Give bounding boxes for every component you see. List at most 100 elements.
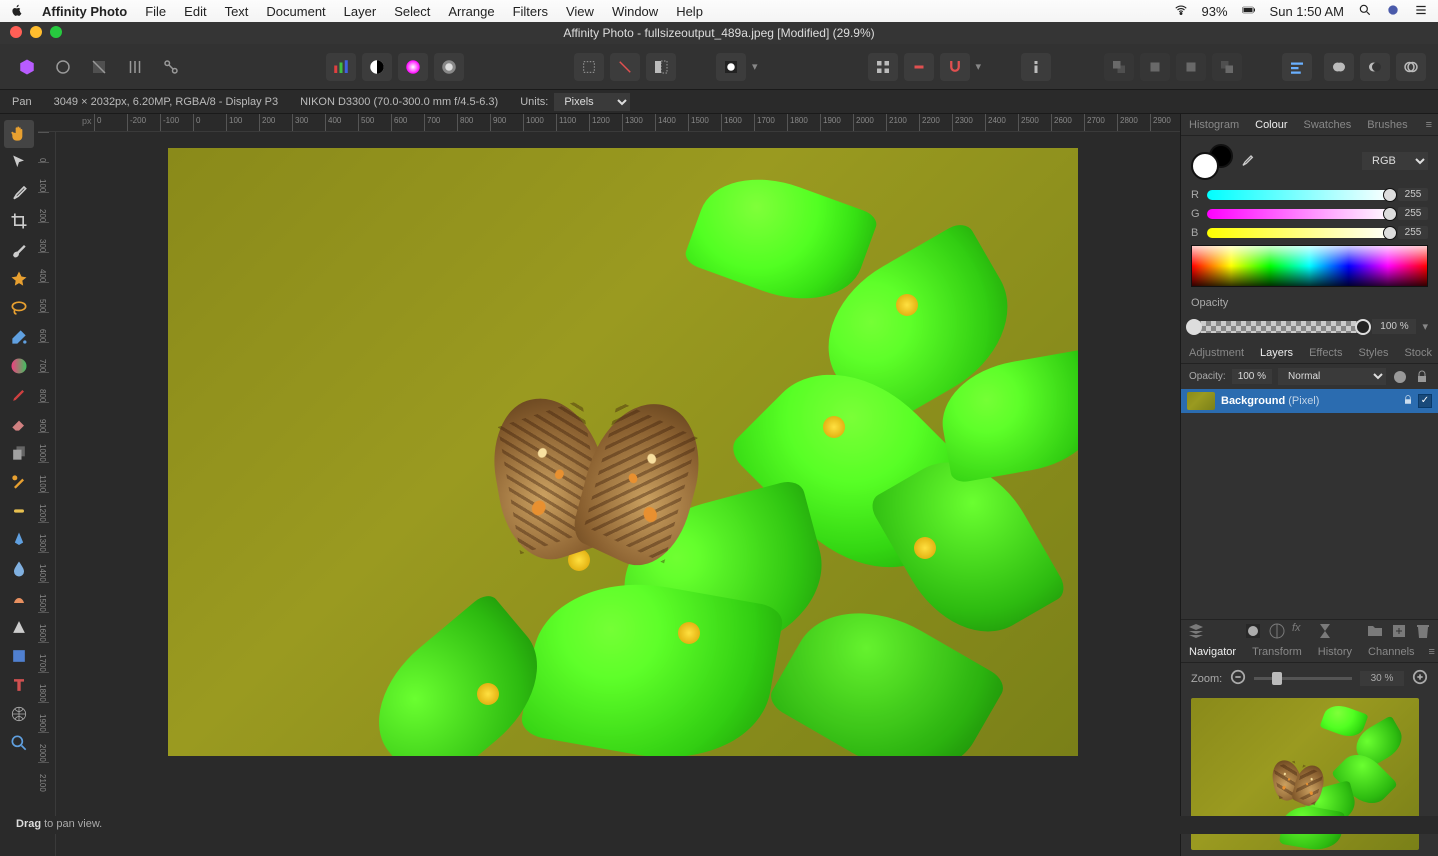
quickmask-icon[interactable] <box>716 53 746 81</box>
tool-blur[interactable] <box>4 555 34 583</box>
order-backward-icon[interactable] <box>1140 53 1170 81</box>
layer-blendmode-select[interactable]: Normal <box>1278 368 1386 385</box>
tool-crop[interactable] <box>4 207 34 235</box>
tool-hand[interactable] <box>4 120 34 148</box>
arrange-snap-icon[interactable] <box>904 53 934 81</box>
tab-brushes[interactable]: Brushes <box>1359 119 1415 131</box>
menu-file[interactable]: File <box>145 4 166 19</box>
menu-edit[interactable]: Edit <box>184 4 206 19</box>
persona-tone-icon[interactable] <box>120 53 150 81</box>
arrange-grid-icon[interactable] <box>868 53 898 81</box>
layer-opacity-value[interactable]: 100 % <box>1232 369 1272 384</box>
tab-effects[interactable]: Effects <box>1301 347 1350 359</box>
tool-pen[interactable] <box>4 526 34 554</box>
tab-stock[interactable]: Stock <box>1396 347 1438 359</box>
layer-lock-icon[interactable] <box>1414 369 1430 385</box>
zoom-in-icon[interactable] <box>1412 669 1428 688</box>
tab-transform[interactable]: Transform <box>1244 646 1310 658</box>
tab-history[interactable]: History <box>1310 646 1360 658</box>
menu-help[interactable]: Help <box>676 4 703 19</box>
opacity-dropdown-icon[interactable]: ▾ <box>1422 320 1428 333</box>
tool-flood[interactable] <box>4 323 34 351</box>
layer-fx-icon[interactable] <box>1392 369 1408 385</box>
tab-navigator[interactable]: Navigator <box>1181 646 1244 658</box>
menu-text[interactable]: Text <box>225 4 249 19</box>
menu-filters[interactable]: Filters <box>513 4 548 19</box>
tool-brush-select[interactable] <box>4 236 34 264</box>
selection-rect-icon[interactable] <box>574 53 604 81</box>
tool-lasso[interactable] <box>4 294 34 322</box>
menu-layer[interactable]: Layer <box>344 4 377 19</box>
window-minimize-button[interactable] <box>30 26 42 38</box>
layers-stack-icon[interactable] <box>1187 622 1205 640</box>
selection-deselect-icon[interactable] <box>610 53 640 81</box>
boolean-add-icon[interactable] <box>1324 53 1354 81</box>
adjust-hsl-icon[interactable] <box>398 53 428 81</box>
adjust-curves-icon[interactable] <box>434 53 464 81</box>
persona-develop-icon[interactable] <box>84 53 114 81</box>
eyedrop-icon[interactable] <box>1239 152 1255 171</box>
zoom-value[interactable]: 30 % <box>1360 671 1404 686</box>
tab-layers[interactable]: Layers <box>1252 347 1301 359</box>
window-close-button[interactable] <box>10 26 22 38</box>
horizontal-ruler[interactable]: px 0-200-1000100200300400500600700800900… <box>38 114 1180 132</box>
tool-mesh[interactable] <box>4 700 34 728</box>
arrange-magnet-icon[interactable] <box>940 53 970 81</box>
menu-view[interactable]: View <box>566 4 594 19</box>
mask-icon[interactable] <box>1244 622 1262 640</box>
tab-histogram[interactable]: Histogram <box>1181 119 1247 131</box>
layer-row[interactable]: Background (Pixel) ✓ <box>1181 389 1438 413</box>
add-layer-icon[interactable] <box>1390 622 1408 640</box>
tool-zoom[interactable] <box>4 729 34 757</box>
tab-adjustment[interactable]: Adjustment <box>1181 347 1252 359</box>
align-icon[interactable] <box>1282 53 1312 81</box>
colour-spectrum[interactable] <box>1191 245 1428 287</box>
trash-icon[interactable] <box>1414 622 1432 640</box>
menu-select[interactable]: Select <box>394 4 430 19</box>
tool-move[interactable] <box>4 149 34 177</box>
zoom-out-icon[interactable] <box>1230 669 1246 688</box>
tab-styles[interactable]: Styles <box>1351 347 1397 359</box>
tool-dodge[interactable] <box>4 497 34 525</box>
b-slider[interactable]: B255 <box>1191 226 1428 239</box>
r-slider[interactable]: R255 <box>1191 188 1428 201</box>
primary-colour-well[interactable] <box>1191 152 1219 180</box>
vertical-ruler[interactable]: 0100200300400500600700800900100011001200… <box>38 132 56 856</box>
folder-icon[interactable] <box>1366 622 1384 640</box>
layer-lock-indicator-icon[interactable] <box>1402 394 1414 409</box>
persona-liquify-icon[interactable] <box>48 53 78 81</box>
order-forward-icon[interactable] <box>1176 53 1206 81</box>
boolean-subtract-icon[interactable] <box>1360 53 1390 81</box>
hourglass-icon[interactable] <box>1316 622 1334 640</box>
siri-icon[interactable] <box>1386 3 1400 20</box>
tool-inpaint[interactable] <box>4 468 34 496</box>
tool-heal[interactable] <box>4 265 34 293</box>
tool-shape-triangle[interactable] <box>4 613 34 641</box>
g-slider[interactable]: G255 <box>1191 207 1428 220</box>
menu-arrange[interactable]: Arrange <box>448 4 494 19</box>
order-back-icon[interactable] <box>1104 53 1134 81</box>
apple-menu[interactable] <box>10 3 24 20</box>
persona-export-icon[interactable] <box>156 53 186 81</box>
wifi-icon[interactable] <box>1174 3 1188 20</box>
tool-clone[interactable] <box>4 439 34 467</box>
tool-text[interactable] <box>4 671 34 699</box>
tool-paintbrush[interactable] <box>4 381 34 409</box>
units-select[interactable]: Pixels <box>554 93 630 111</box>
adjustment-icon[interactable] <box>1268 622 1286 640</box>
colour-mode-select[interactable]: RGB <box>1362 152 1428 170</box>
tool-gradient[interactable] <box>4 352 34 380</box>
persona-photo-icon[interactable] <box>12 53 42 81</box>
tab-colour[interactable]: Colour <box>1247 119 1295 131</box>
clock[interactable]: Sun 1:50 AM <box>1270 4 1344 19</box>
arrange-dropdown-icon[interactable]: ▾ <box>976 60 982 73</box>
window-maximize-button[interactable] <box>50 26 62 38</box>
tool-colorpicker[interactable] <box>4 178 34 206</box>
menu-window[interactable]: Window <box>612 4 658 19</box>
app-name[interactable]: Affinity Photo <box>42 4 127 19</box>
tab-swatches[interactable]: Swatches <box>1296 119 1360 131</box>
navigator-menu-icon[interactable]: ≡ <box>1423 646 1438 658</box>
adjust-bw-icon[interactable] <box>362 53 392 81</box>
tool-shape-rect[interactable] <box>4 642 34 670</box>
colour-opacity-slider[interactable]: 100 % ▾ <box>1191 319 1428 334</box>
